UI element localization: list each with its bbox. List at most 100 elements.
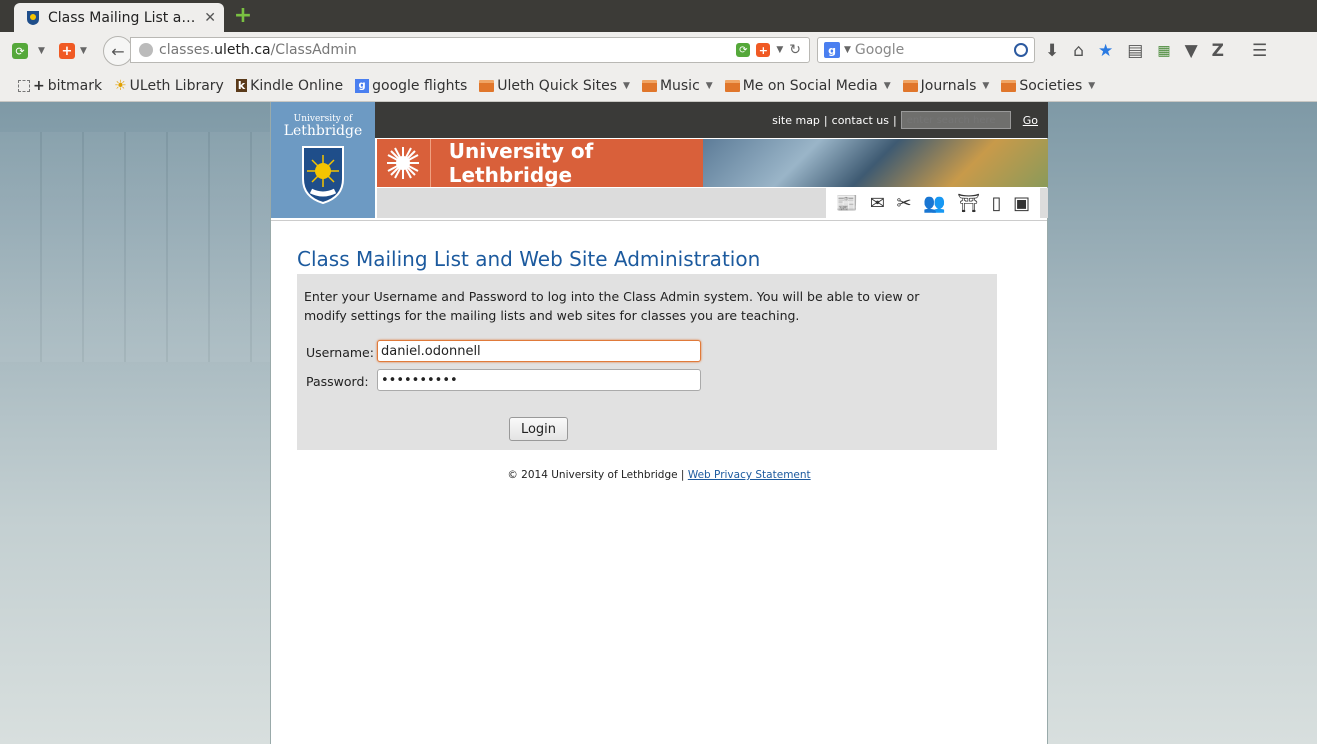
login-form: Enter your Username and Password to log … bbox=[297, 274, 997, 450]
login-button[interactable]: Login bbox=[509, 417, 568, 441]
reload-icon[interactable]: ↻ bbox=[789, 42, 801, 58]
sync-extension-icon[interactable]: ⟳ bbox=[736, 43, 751, 57]
bookmark-folder-social-media[interactable]: Me on Social Media ▼ bbox=[724, 77, 891, 94]
address-bar[interactable]: classes.uleth.ca/ClassAdmin ⟳ + ▼ ↻ bbox=[130, 37, 810, 63]
bookmark-label: Me on Social Media bbox=[742, 77, 878, 94]
plus-icon: + bbox=[33, 77, 45, 94]
chevron-down-icon[interactable]: ▼ bbox=[80, 46, 87, 56]
bookmark-folder-societies[interactable]: Societies ▼ bbox=[1001, 78, 1095, 94]
site-search-input[interactable] bbox=[900, 111, 1011, 129]
privacy-statement-link[interactable]: Web Privacy Statement bbox=[688, 469, 811, 481]
bookmark-label: Kindle Online bbox=[250, 77, 344, 94]
username-label: Username: bbox=[306, 345, 374, 360]
google-icon: g bbox=[355, 78, 370, 93]
separator: | bbox=[823, 113, 828, 127]
contact-us-link[interactable]: contact us bbox=[832, 114, 889, 127]
sync-extension-icon[interactable]: ⟳ bbox=[12, 43, 28, 59]
back-button[interactable]: ← bbox=[103, 36, 133, 66]
username-field[interactable] bbox=[377, 340, 701, 362]
s3-extension-icon[interactable]: ▦ bbox=[1157, 43, 1170, 59]
url-prefix: classes. bbox=[159, 42, 215, 58]
chevron-down-icon: ▼ bbox=[982, 80, 990, 91]
banner-title-block: University of Lethbridge bbox=[377, 139, 703, 187]
browser-tab[interactable]: Class Mailing List an… ✕ bbox=[14, 3, 224, 32]
chevron-down-icon[interactable]: ▼ bbox=[844, 45, 851, 55]
new-tab-icon[interactable]: + bbox=[233, 5, 253, 27]
url-path: /ClassAdmin bbox=[270, 42, 357, 58]
tools-icon[interactable]: ✂ bbox=[897, 193, 912, 214]
search-bar[interactable]: g ▼ Google bbox=[817, 37, 1035, 63]
logo-line-2: Lethbridge bbox=[283, 123, 363, 139]
copyright-text: © 2014 University of Lethbridge | bbox=[507, 469, 685, 481]
add-extension-icon[interactable]: + bbox=[59, 43, 75, 59]
chevron-down-icon[interactable]: ▼ bbox=[776, 45, 783, 55]
phone-icon[interactable]: ▯ bbox=[992, 193, 1002, 214]
mail-icon[interactable]: ✉ bbox=[870, 193, 885, 214]
bookmark-uleth-library[interactable]: ☀ ULeth Library bbox=[114, 78, 224, 94]
bookmark-folder-uleth-quick-sites[interactable]: Uleth Quick Sites ▼ bbox=[479, 78, 630, 94]
chevron-down-icon[interactable]: ▼ bbox=[38, 46, 45, 56]
quick-links-icons: 📰 ✉ ✂ 👥 ⛩ ▯ ▣ bbox=[826, 188, 1040, 218]
site-map-link[interactable]: site map bbox=[772, 114, 820, 127]
navigation-toolbar: ⟳ ▼ + ▼ ← classes.uleth.ca/ClassAdmin ⟳ … bbox=[0, 32, 1317, 70]
calendar-icon[interactable]: ▣ bbox=[1013, 193, 1030, 214]
sunburst-icon bbox=[377, 139, 431, 187]
folder-icon bbox=[479, 79, 495, 92]
search-placeholder: Google bbox=[854, 42, 905, 58]
folder-icon bbox=[724, 79, 740, 92]
campus-photo bbox=[703, 139, 1048, 187]
home-icon[interactable]: ⌂ bbox=[1073, 41, 1084, 61]
password-field[interactable] bbox=[377, 369, 701, 391]
utility-bar: site map | contact us | Go bbox=[375, 102, 1048, 138]
bookmark-label: Societies bbox=[1019, 77, 1083, 94]
chevron-down-icon[interactable]: ▼ bbox=[1185, 41, 1198, 61]
dashed-square-icon bbox=[18, 79, 30, 92]
reading-list-icon[interactable]: ▤ bbox=[1127, 41, 1143, 61]
add-extension-icon[interactable]: + bbox=[756, 43, 771, 57]
quick-links-bar: 📰 ✉ ✂ 👥 ⛩ ▯ ▣ bbox=[377, 188, 1048, 218]
bookmark-label: Music bbox=[659, 77, 700, 94]
bookmark-label: google flights bbox=[372, 77, 468, 94]
download-icon[interactable]: ⬇ bbox=[1045, 41, 1059, 61]
bookmark-google-flights[interactable]: g google flights bbox=[355, 78, 467, 94]
login-instructions: Enter your Username and Password to log … bbox=[304, 289, 920, 323]
folder-icon bbox=[902, 79, 918, 92]
zotero-icon[interactable]: Z bbox=[1212, 41, 1224, 61]
url-text[interactable]: classes.uleth.ca/ClassAdmin bbox=[159, 42, 730, 58]
banner-title: University of Lethbridge bbox=[448, 139, 594, 187]
bookmark-label: ULeth Library bbox=[129, 77, 224, 94]
page-footer: © 2014 University of Lethbridge | Web Pr… bbox=[271, 469, 1047, 481]
bookmark-folder-music[interactable]: Music ▼ bbox=[641, 77, 713, 94]
chevron-down-icon: ▼ bbox=[1088, 80, 1096, 91]
bookmark-label: bitmark bbox=[47, 77, 103, 94]
separator: | bbox=[893, 113, 897, 127]
university-logo[interactable]: University of Lethbridge bbox=[271, 102, 375, 218]
search-icon[interactable] bbox=[1014, 43, 1028, 57]
bridge-icon[interactable]: ⛩ bbox=[957, 193, 980, 214]
chevron-down-icon: ▼ bbox=[883, 80, 891, 91]
toolbar-buttons: ⬇ ⌂ ★ ▤ ▦ ▼ Z ☰ bbox=[1045, 41, 1267, 61]
chevron-down-icon: ▼ bbox=[623, 80, 630, 91]
bookmark-folder-journals[interactable]: Journals ▼ bbox=[902, 78, 990, 94]
chevron-down-icon: ▼ bbox=[705, 80, 713, 91]
kindle-icon: k bbox=[235, 79, 248, 92]
bookmark-kindle-online[interactable]: k Kindle Online bbox=[235, 77, 344, 94]
header-divider bbox=[271, 220, 1047, 221]
url-domain: uleth.ca bbox=[214, 42, 271, 58]
google-icon[interactable]: g bbox=[824, 42, 840, 58]
sun-icon: ☀ bbox=[114, 77, 127, 94]
folder-icon bbox=[641, 79, 657, 92]
site-search-go-button[interactable]: Go bbox=[1023, 114, 1038, 127]
tab-close-icon[interactable]: ✕ bbox=[204, 10, 216, 26]
menu-icon[interactable]: ☰ bbox=[1252, 41, 1267, 61]
bookmark-bitmark[interactable]: + bitmark bbox=[18, 78, 102, 94]
bookmark-star-icon[interactable]: ★ bbox=[1098, 41, 1113, 61]
page-content: University of Lethbridge site map | cont… bbox=[270, 102, 1048, 744]
uleth-favicon-icon bbox=[26, 10, 40, 26]
people-icon[interactable]: 👥 bbox=[923, 193, 945, 214]
crest-icon bbox=[302, 146, 344, 205]
folder-icon bbox=[1001, 79, 1017, 92]
site-banner: University of Lethbridge bbox=[377, 139, 1048, 187]
globe-icon bbox=[139, 43, 153, 57]
newspaper-icon[interactable]: 📰 bbox=[836, 193, 858, 214]
